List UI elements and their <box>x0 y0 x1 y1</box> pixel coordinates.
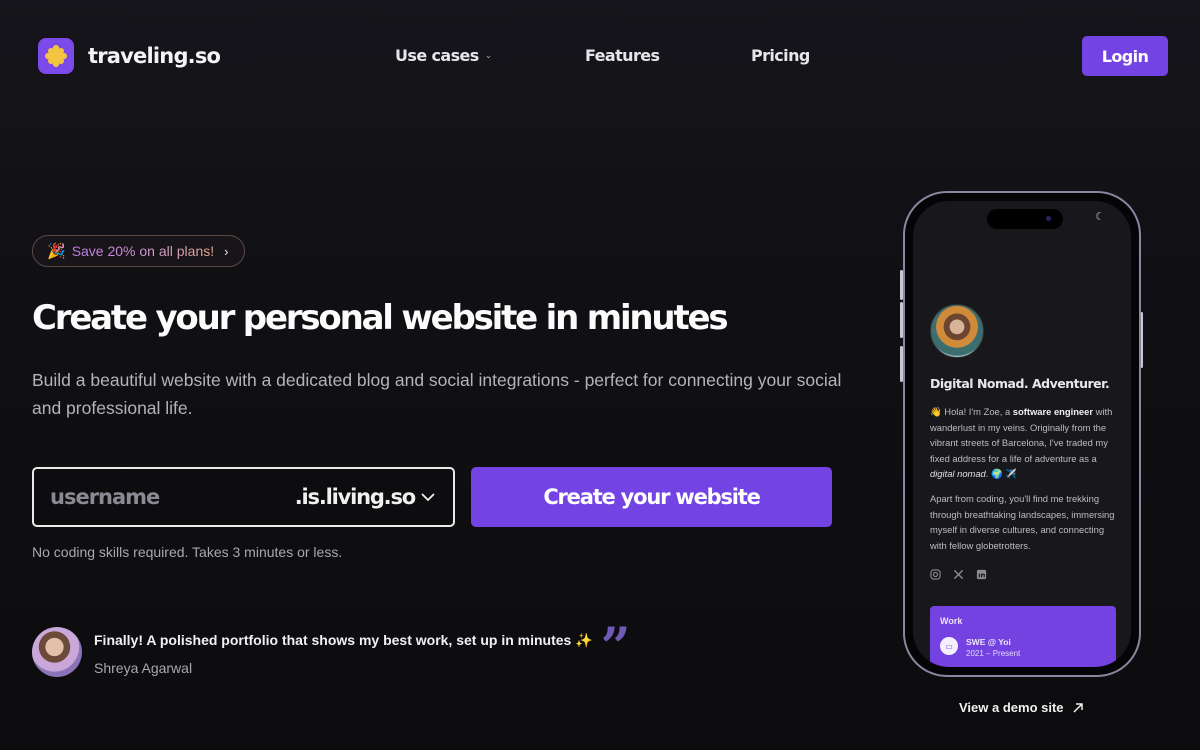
view-demo-label: View a demo site <box>959 700 1064 715</box>
testimonial-author: Shreya Agarwal <box>94 660 193 676</box>
nav-features-label: Features <box>585 46 660 65</box>
testimonial: Finally! A polished portfolio that shows… <box>32 617 631 678</box>
nav-use-cases-label: Use cases <box>395 46 479 65</box>
x-icon[interactable] <box>953 569 964 580</box>
nav-pricing[interactable]: Pricing <box>751 46 810 65</box>
domain-select-value: .is.living.so <box>294 485 416 509</box>
login-button[interactable]: Login <box>1082 36 1168 76</box>
work-section: Work ▭ SWE @ Yoi 2021 – Present <box>930 606 1116 667</box>
profile-bio: 👋 Hola! I'm Zoe, a software engineer wit… <box>930 404 1120 482</box>
chevron-right-icon: › <box>224 243 229 259</box>
flower-icon <box>38 38 74 74</box>
username-field-group: .is.living.so <box>32 467 455 527</box>
party-popper-icon: 🎉 <box>47 243 66 260</box>
profile-bio-2: Apart from coding, you'll find me trekki… <box>930 493 1115 551</box>
chevron-down-icon <box>421 493 435 502</box>
promo-text: Save 20% on all plans! <box>71 243 215 259</box>
domain-select[interactable]: .is.living.so <box>295 485 435 509</box>
testimonial-avatar <box>32 627 82 677</box>
form-note: No coding skills required. Takes 3 minut… <box>32 544 343 560</box>
profile-avatar <box>930 304 984 358</box>
phone-screen: ☾ Digital Nomad. Adventurer. 👋 Hola! I'm… <box>913 201 1131 667</box>
create-website-button[interactable]: Create your website <box>471 467 832 527</box>
linkedin-icon[interactable] <box>976 569 987 580</box>
work-item: ▭ SWE @ Yoi 2021 – Present <box>940 637 1106 658</box>
moon-icon: ☾ <box>1095 211 1105 223</box>
bio-text: Hola! I'm Zoe, a <box>941 406 1013 417</box>
nav-pricing-label: Pricing <box>751 46 810 65</box>
phone-mockup: ☾ Digital Nomad. Adventurer. 👋 Hola! I'm… <box>903 191 1141 677</box>
work-role: SWE @ Yoi <box>966 637 1011 647</box>
brand-logo[interactable]: traveling.so <box>38 38 221 74</box>
brand-name: traveling.so <box>88 44 221 68</box>
dynamic-island <box>987 209 1063 229</box>
instagram-icon[interactable] <box>930 569 941 580</box>
nav-features[interactable]: Features <box>585 46 660 65</box>
hero-subtext: Build a beautiful website with a dedicat… <box>32 370 842 418</box>
laptop-icon: ▭ <box>940 637 958 655</box>
work-date: 2021 – Present <box>966 649 1021 658</box>
wave-icon: 👋 <box>930 406 942 417</box>
quote-mark-icon: ” <box>600 617 631 678</box>
profile-title: Digital Nomad. Adventurer. <box>930 376 1110 391</box>
arrow-up-right-icon <box>1073 702 1083 713</box>
chevron-down-icon: ⌄ <box>484 50 493 61</box>
view-demo-link[interactable]: View a demo site <box>959 700 1084 715</box>
bio-text: . 🌍 ✈️ <box>985 468 1017 479</box>
username-input[interactable] <box>50 485 270 509</box>
social-links <box>930 569 987 580</box>
page-title: Create your personal website in minutes <box>32 298 729 338</box>
promo-badge[interactable]: 🎉 Save 20% on all plans! › <box>32 235 246 267</box>
testimonial-quote: Finally! A polished portfolio that shows… <box>94 631 593 648</box>
bio-italic: digital nomad <box>930 468 986 479</box>
nav-use-cases[interactable]: Use cases ⌄ <box>395 46 492 65</box>
bio-bold: software engineer <box>1012 406 1094 417</box>
work-title: Work <box>940 616 963 626</box>
